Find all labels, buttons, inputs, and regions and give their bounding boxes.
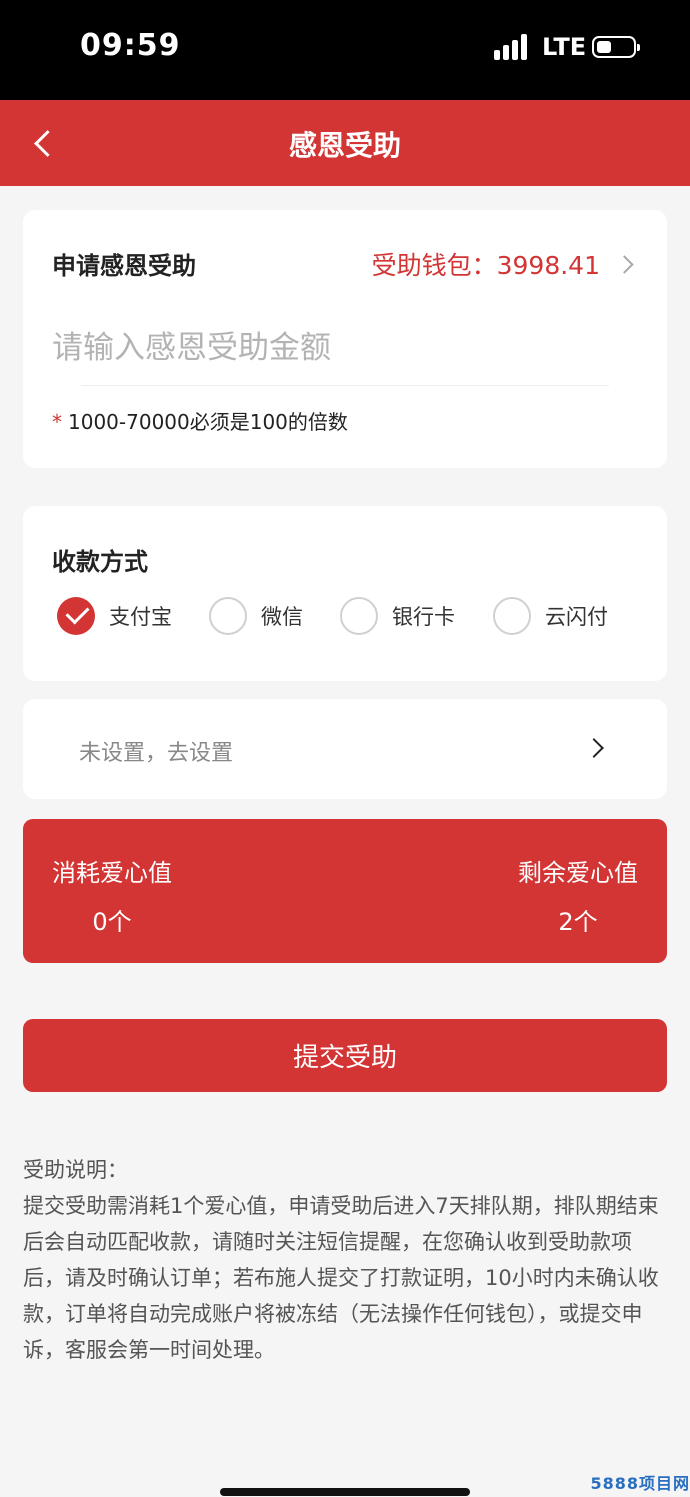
payment-title: 收款方式 bbox=[52, 548, 148, 576]
hint-text: 1000-70000必须是100的倍数 bbox=[68, 410, 348, 434]
consume-love: 消耗爱心值 0个 bbox=[52, 853, 172, 937]
required-star: * bbox=[52, 410, 62, 434]
wallet-link[interactable]: 受助钱包：3998.41 bbox=[371, 246, 634, 282]
amount-input[interactable] bbox=[52, 318, 608, 378]
chevron-right-icon bbox=[584, 738, 604, 758]
remain-love-label: 剩余爱心值 bbox=[518, 859, 638, 887]
nav-bar: 感恩受助 bbox=[0, 100, 690, 186]
status-bar: 09:59 LTE bbox=[0, 0, 690, 100]
network-type: LTE bbox=[542, 33, 587, 61]
radio-icon[interactable] bbox=[340, 597, 378, 635]
consume-love-label: 消耗爱心值 bbox=[52, 859, 172, 887]
submit-button[interactable]: 提交受助 bbox=[23, 1019, 667, 1092]
payment-option-label: 微信 bbox=[261, 605, 303, 629]
payment-option-label: 支付宝 bbox=[109, 605, 172, 629]
watermark-logo: 5888项目网 bbox=[590, 1474, 690, 1493]
account-setup-row[interactable]: 未设置，去设置 bbox=[23, 699, 667, 799]
apply-card: 申请感恩受助 受助钱包：3998.41 *1000-70000必须是100的倍数 bbox=[23, 210, 667, 468]
payment-option-label: 银行卡 bbox=[392, 605, 455, 629]
payment-option-bank-card[interactable]: 银行卡 bbox=[340, 597, 455, 635]
consume-love-value: 0个 bbox=[92, 908, 132, 936]
account-setup-text: 未设置，去设置 bbox=[79, 741, 234, 766]
page-title: 感恩受助 bbox=[288, 129, 401, 162]
divider bbox=[81, 385, 609, 386]
payment-card: 收款方式 支付宝 微信 银行卡 云闪付 bbox=[23, 506, 667, 681]
payment-option-wechat[interactable]: 微信 bbox=[209, 597, 303, 635]
apply-title: 申请感恩受助 bbox=[52, 252, 196, 280]
notes-heading: 受助说明： bbox=[23, 1158, 128, 1182]
payment-option-unionpay[interactable]: 云闪付 bbox=[493, 597, 608, 635]
radio-icon[interactable] bbox=[493, 597, 531, 635]
signal-icon bbox=[494, 34, 530, 60]
love-value-panel: 消耗爱心值 0个 剩余爱心值 2个 bbox=[23, 819, 667, 963]
chevron-right-icon bbox=[615, 254, 634, 274]
notes: 受助说明： 提交受助需消耗1个爱心值，申请受助后进入7天排队期，排队期结束后会自… bbox=[23, 1152, 663, 1368]
remain-love-value: 2个 bbox=[558, 908, 598, 936]
payment-option-alipay[interactable]: 支付宝 bbox=[57, 597, 172, 635]
amount-hint: * 1000-70000必须是100的倍数 bbox=[52, 406, 348, 435]
payment-option-label: 云闪付 bbox=[545, 605, 608, 629]
status-time: 09:59 bbox=[80, 28, 181, 63]
radio-icon[interactable] bbox=[209, 597, 247, 635]
wallet-label: 受助钱包：3998.41 bbox=[371, 251, 600, 280]
home-indicator[interactable] bbox=[220, 1488, 470, 1496]
notes-body: 提交受助需消耗1个爱心值，申请受助后进入7天排队期，排队期结束后会自动匹配收款，… bbox=[23, 1194, 659, 1362]
remain-love: 剩余爱心值 2个 bbox=[518, 853, 638, 937]
battery-icon bbox=[592, 36, 640, 58]
radio-checked-icon[interactable] bbox=[57, 597, 95, 635]
